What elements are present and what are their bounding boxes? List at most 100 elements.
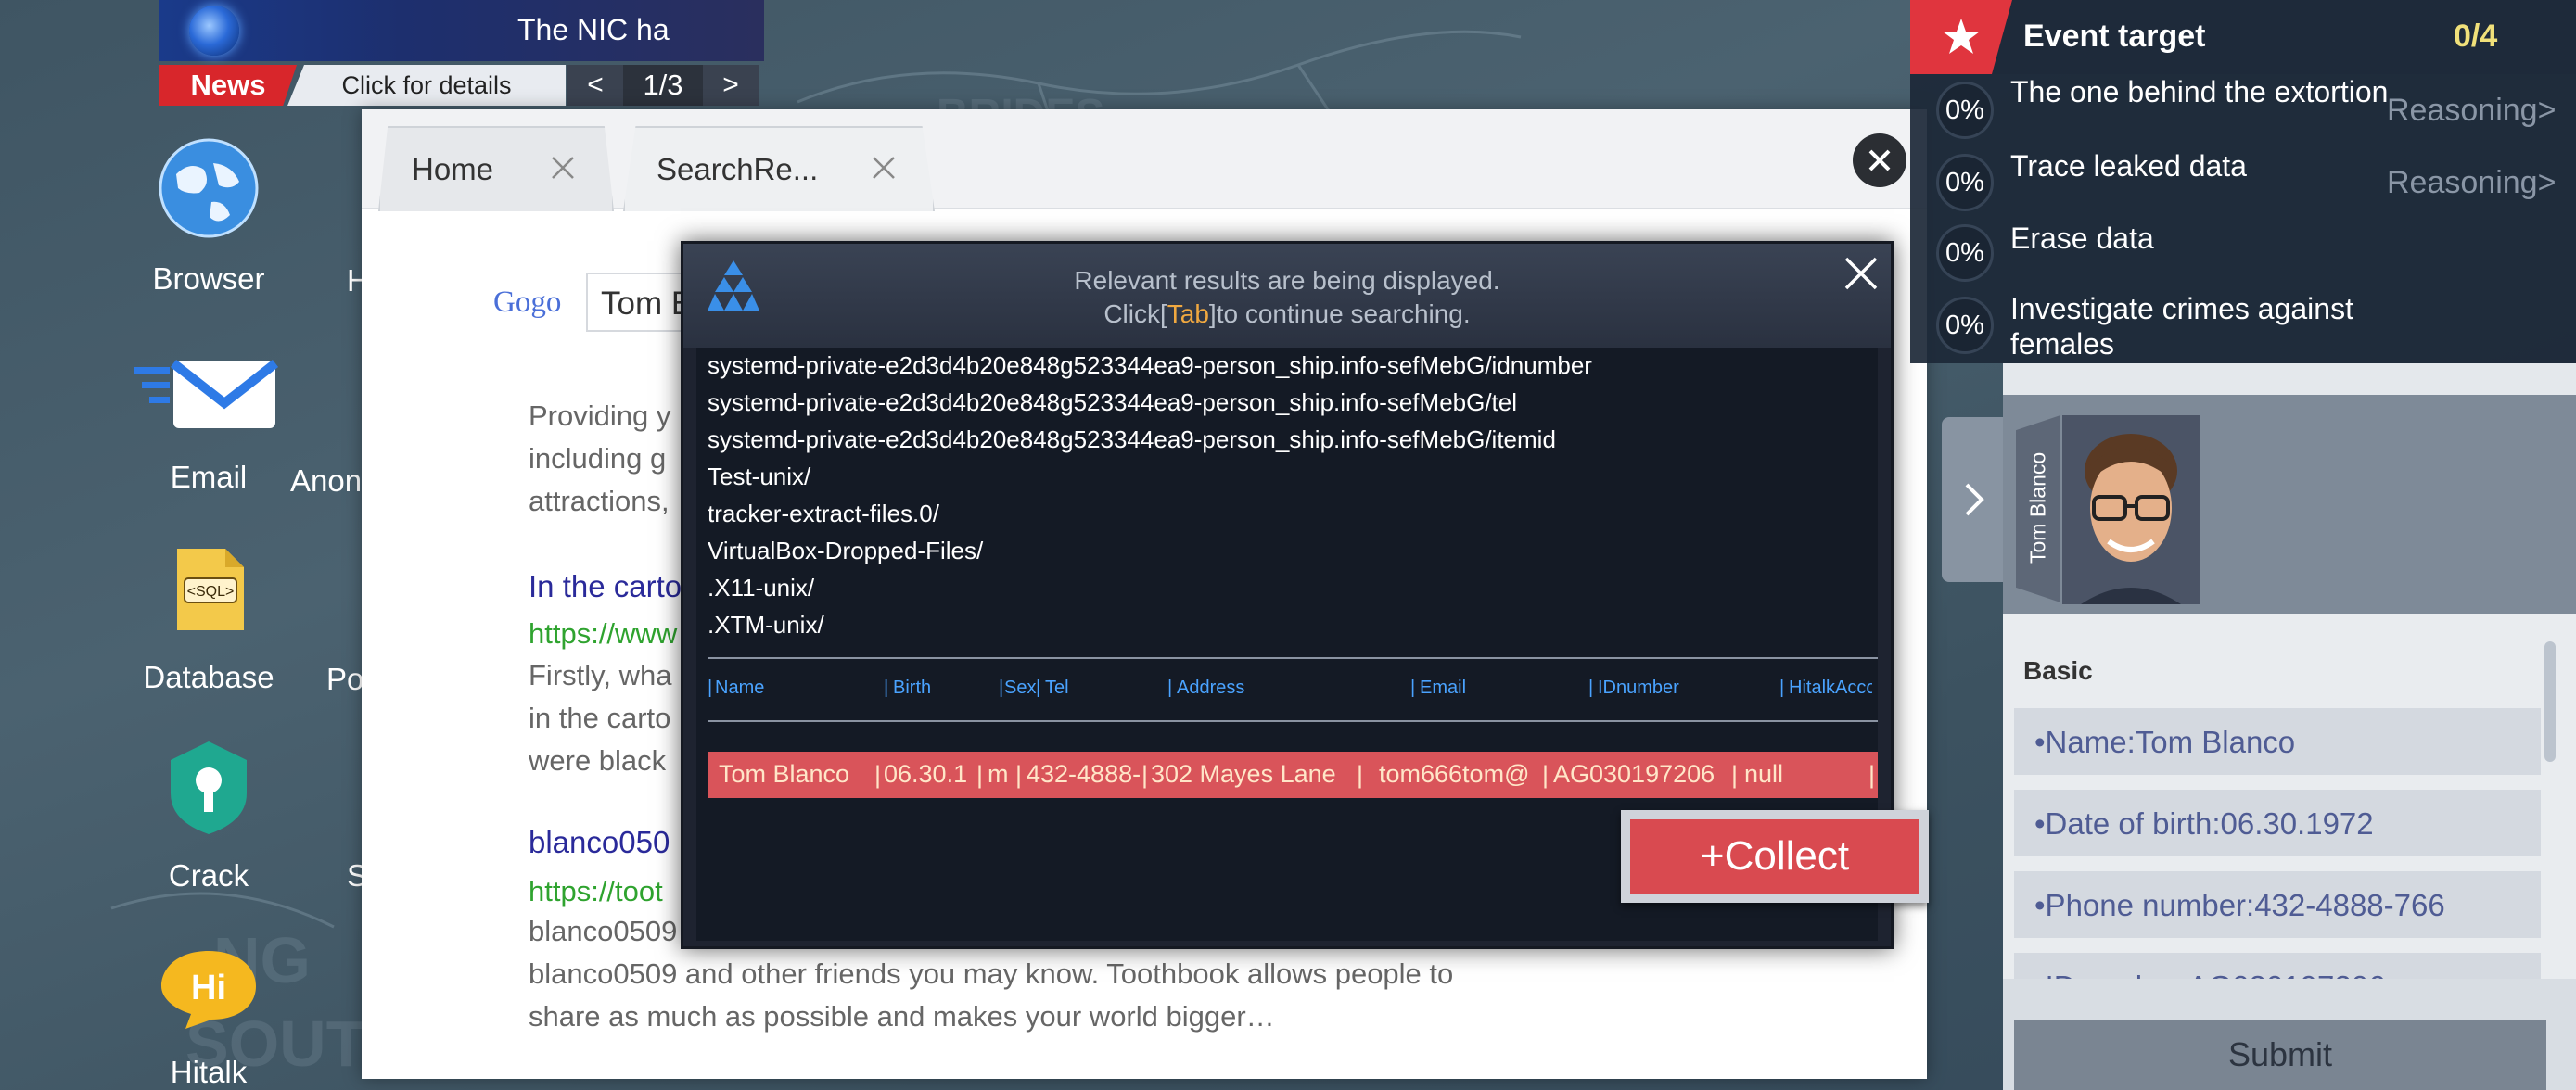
news-prev-button[interactable]: < [567,65,623,106]
table-header-separator: | [1588,678,1594,698]
result-url[interactable]: https://toot [529,875,663,908]
record-separator: | [1868,761,1876,789]
submit-button[interactable]: Submit [2014,1020,2546,1090]
info-scrollbar[interactable] [2544,641,2556,762]
news-headline[interactable]: The NIC ha [517,13,670,47]
target-text: Trace leaked data [2010,149,2247,183]
info-row[interactable]: •IDnumber:AG030197206 [2014,953,2541,979]
table-header-address: Address [1177,678,1245,698]
news-page-indicator: 1/3 [623,65,703,106]
info-value: •Date of birth:06.30.1972 [2034,806,2374,841]
info-value: •Name:Tom Blanco [2034,725,2296,759]
news-banner[interactable] [159,0,764,61]
news-details-link[interactable]: Click for details [287,65,566,106]
collect-button[interactable]: +Collect [1621,810,1929,903]
close-icon[interactable] [1841,253,1881,294]
table-rule [708,657,1878,659]
record-separator: | [1141,761,1149,789]
record-address: 302 Mayes Lane [1151,760,1336,788]
target-reasoning-link[interactable]: Reasoning> [2387,93,2556,129]
record-separator: | [1542,761,1549,789]
table-header-separator: | [999,678,1004,698]
info-row[interactable]: •Date of birth:06.30.1972 [2014,790,2541,856]
close-icon[interactable] [549,154,577,182]
desktop-icon-browser[interactable]: Browser [107,137,311,304]
result-snippet: including g [529,442,667,475]
desktop-icon-label-partial: Anon [290,463,363,498]
target-text: Erase data [2010,222,2154,255]
result-title-link[interactable]: In the carto [529,569,682,604]
record-separator: | [1015,761,1023,789]
star-icon [1943,19,1980,54]
result-url[interactable]: https://www [529,617,677,651]
browser-close-button[interactable] [1853,133,1906,187]
target-progress: 0% [1936,154,1994,211]
result-path: systemd-private-e2d3d4b20e848g523344ea9-… [708,388,1518,416]
desktop-icon-label: Browser [152,261,265,296]
dialog-hint: Click[Tab]to continue searching. [683,299,1891,329]
table-header-separator: | [708,678,713,698]
close-icon[interactable] [870,154,898,182]
table-header-separator: | [1167,678,1173,698]
info-value: •Phone number:432-4888-766 [2034,888,2445,922]
result-snippet: Providing y [529,399,671,432]
dialog-hint-prefix: Click[ [1103,299,1167,328]
desktop-icon-label-partial: Po [326,662,364,696]
news-next-button[interactable]: > [703,65,759,106]
result-snippet: blanco0509 [529,915,678,947]
search-engine-logo: Gogo [493,285,562,319]
result-path: VirtualBox-Dropped-Files/ [708,537,984,564]
mail-icon [134,360,279,428]
desktop-icon-label: Database [143,660,274,694]
desktop-icon-label: Crack [168,858,249,893]
info-row[interactable]: •Name:Tom Blanco [2014,708,2541,775]
globe-icon [159,138,259,238]
desktop-icon-label: Hitalk [170,1055,248,1089]
panel-collapse-button[interactable] [1942,417,2007,582]
target-progress: 0% [1936,82,1994,139]
portrait-icon [2062,415,2200,604]
result-snippet: blanco0509 and other friends you may kno… [529,957,1454,990]
avatar-name: Tom Blanco [2025,451,2050,564]
tab-home[interactable]: Home [378,126,614,211]
desktop-icon-hitalk[interactable]: Hi Hitalk [107,945,311,1090]
close-icon [1868,149,1891,171]
record-idnumber: AG030197206 [1553,760,1715,788]
target-text: The one behind the extortion [2010,75,2389,108]
result-snippet: were black [529,744,667,777]
info-row[interactable]: •Phone number:432-4888-766 [2014,871,2541,938]
hitalk-bubble-icon: Hi [161,951,256,1029]
table-header-separator: | [1036,678,1041,698]
record-hitalk: null [1744,760,1784,788]
desktop-icon-database[interactable]: <SQL> Database [107,545,311,703]
collect-button-label: +Collect [1630,819,1919,894]
table-header-separator: | [1410,678,1416,698]
tab-search-results[interactable]: SearchRe... [623,126,935,211]
target-text: Investigate crimes against females [2010,292,2353,361]
desktop-icon-crack[interactable]: Crack [107,740,311,906]
avatar[interactable] [2062,415,2200,604]
result-path: tracker-extract-files.0/ [708,500,939,527]
record-birth: 06.30.1 [884,760,968,788]
info-section-heading: Basic [2023,656,2093,685]
result-snippet: attractions, [529,485,670,517]
sql-file-icon: <SQL> [177,549,244,630]
table-header-email: Email [1420,678,1467,698]
result-title-link[interactable]: blanco050 [529,825,670,860]
target-reasoning-link[interactable]: Reasoning> [2387,165,2556,201]
search-input-value: Tom B [601,285,694,322]
record-sex: m [988,760,1009,788]
record-name: Tom Blanco [719,760,850,788]
desktop-icon-email[interactable]: Email [107,345,311,502]
result-path: Test-unix/ [708,463,811,490]
record-email: tom666tom@ [1379,760,1530,788]
dialog-hint-suffix: ]to continue searching. [1208,299,1471,328]
target-progress: 0% [1936,297,1994,354]
table-row[interactable]: Tom Blanco | 06.30.1 | m | 432-4888- | 3… [708,752,1878,798]
table-header-separator: | [1779,678,1785,698]
record-separator: | [976,761,984,789]
browser-tabbar: Home SearchRe... [362,109,1927,211]
result-path: .XTM-unix/ [708,611,824,639]
table-header-separator: | [884,678,889,698]
tab-label: Home [412,152,494,186]
